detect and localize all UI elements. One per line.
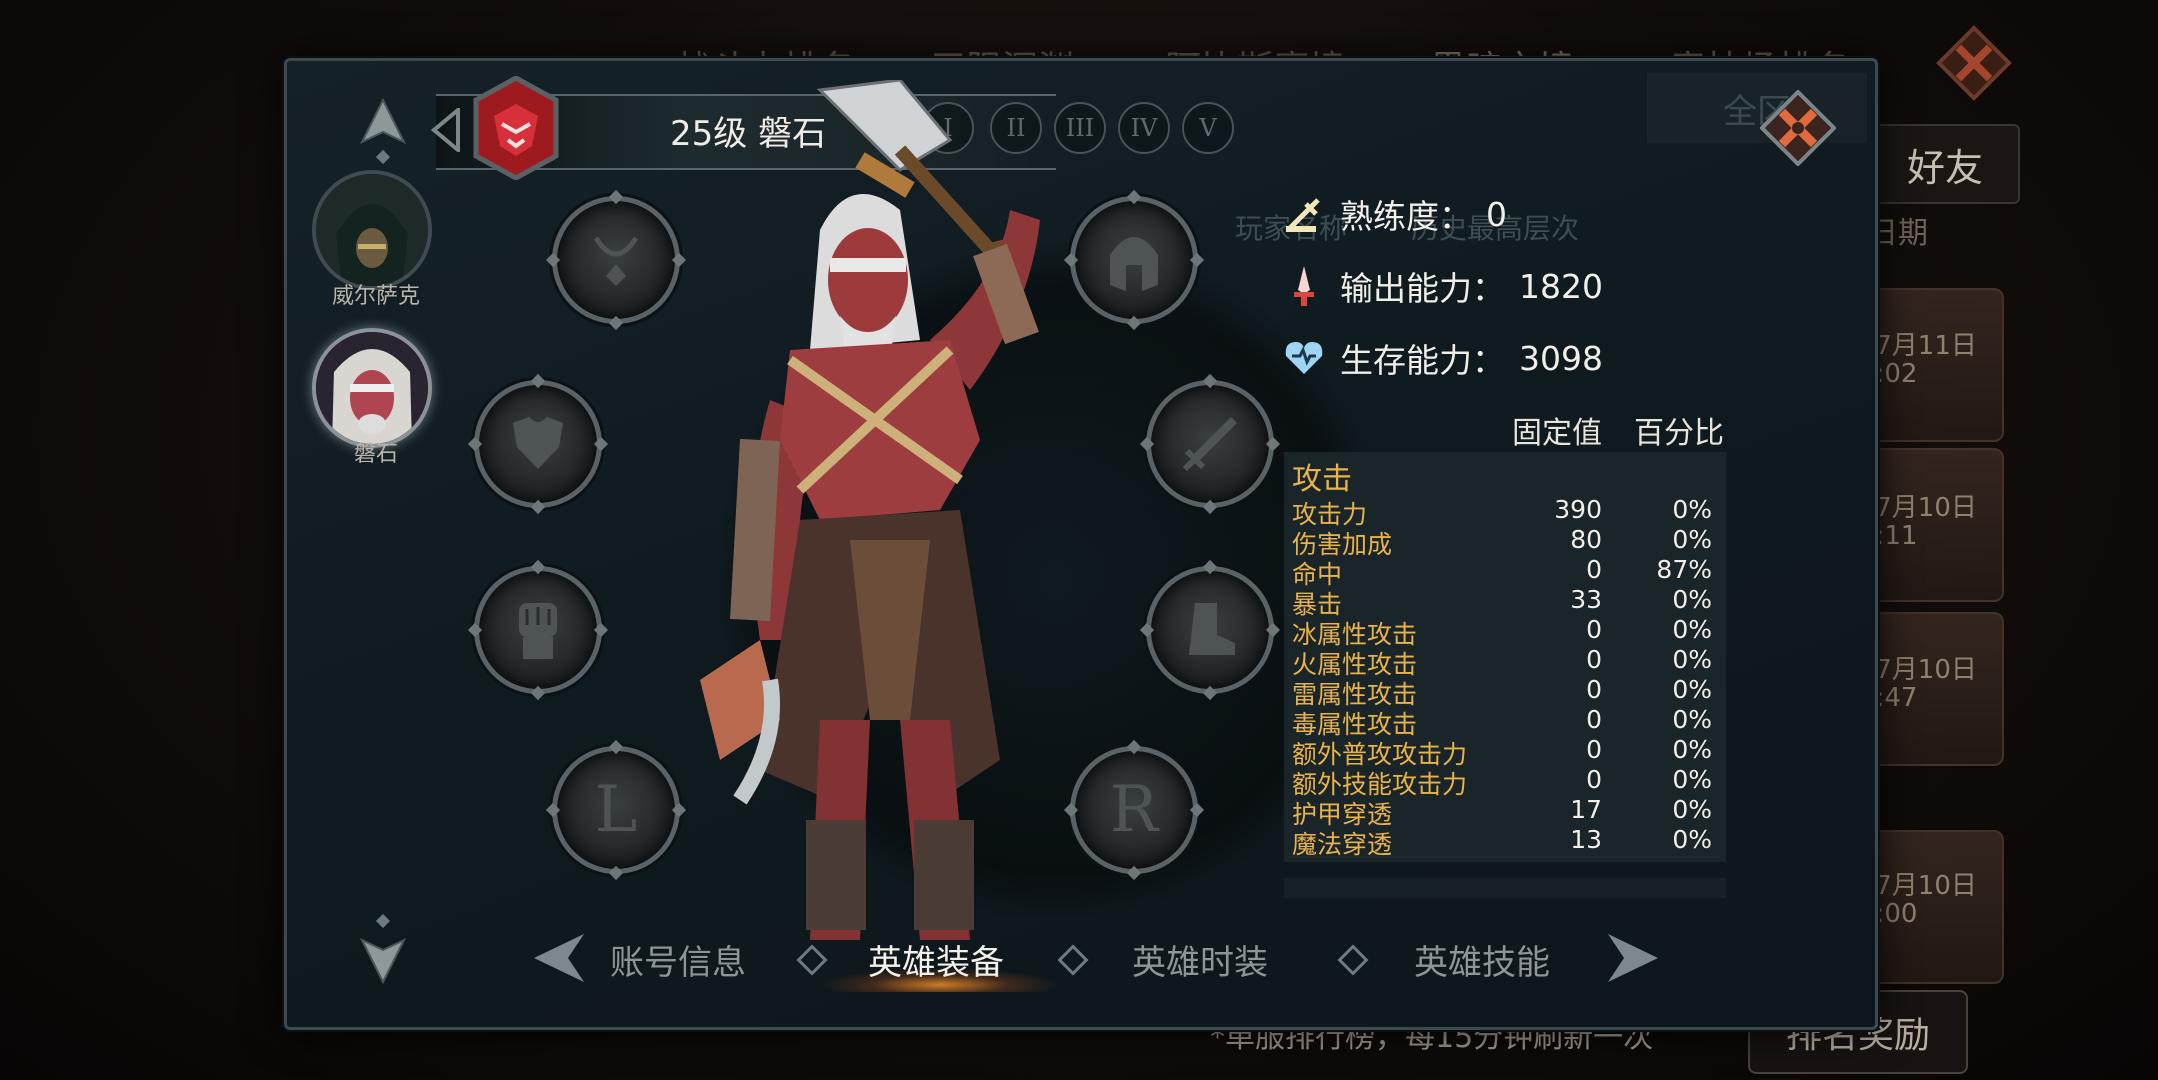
hero-name-wilsak: 威尔萨克 [331, 284, 420, 309]
stat-row: 护甲穿透 17 0% [1292, 795, 1712, 829]
stat-row: 冰属性攻击 0 0% [1292, 615, 1712, 649]
tab-hero-fashion[interactable]: 英雄时装 [1132, 935, 1268, 984]
equip-slot-gloves[interactable] [467, 559, 609, 701]
star-tier-5[interactable]: V [1182, 102, 1234, 154]
proficiency-icon [1286, 198, 1320, 232]
stat-row: 暴击 33 0% [1292, 585, 1712, 619]
survival-value: 3098 [1519, 338, 1603, 378]
equip-slot-necklace[interactable] [545, 189, 687, 331]
title-bar-left-chevron-icon [430, 108, 460, 152]
equip-slot-boots[interactable] [1139, 559, 1281, 701]
boots-icon [1189, 603, 1235, 655]
bg-close-icon [1936, 25, 2012, 101]
stat-output: 输出能力： 1820 [1282, 262, 1603, 310]
proficiency-label: 熟练度： [1340, 197, 1472, 236]
armor-icon [513, 417, 563, 469]
close-icon[interactable] [1760, 90, 1836, 166]
necklace-icon [593, 236, 639, 286]
defense-stats-table [1284, 878, 1726, 898]
stat-row: 命中 0 87% [1292, 555, 1712, 589]
hero-portrait-panshi[interactable] [312, 328, 432, 448]
hero-name-panshi: 磐石 [353, 442, 398, 467]
proficiency-value: 0 [1486, 194, 1507, 234]
gloves-icon [519, 603, 557, 659]
col-percent-header: 百分比 [1634, 416, 1724, 451]
survival-label: 生存能力： [1340, 341, 1505, 380]
stat-survival: 生存能力： 3098 [1282, 334, 1603, 382]
stat-row: 火属性攻击 0 0% [1292, 645, 1712, 679]
hero-class-badge-icon [473, 76, 559, 180]
hero-next-arrow-icon[interactable] [360, 928, 406, 984]
stat-row: 魔法穿透 13 0% [1292, 825, 1712, 859]
output-value: 1820 [1519, 266, 1603, 306]
tab-prev-arrow-icon[interactable] [530, 928, 590, 988]
stat-row: 额外技能攻击力 0 0% [1292, 765, 1712, 799]
slot-label-left: L [594, 773, 638, 847]
star-tier-4[interactable]: IV [1118, 102, 1170, 154]
stat-row: 毒属性攻击 0 0% [1292, 705, 1712, 739]
tab-account-info[interactable]: 账号信息 [610, 935, 746, 984]
equip-slot-ring-left[interactable]: L [545, 739, 687, 881]
tab-hero-skills[interactable]: 英雄技能 [1414, 935, 1550, 984]
hero-model [700, 80, 1040, 940]
dagger-icon [1294, 266, 1314, 306]
stat-row: 雷属性攻击 0 0% [1292, 675, 1712, 709]
tab-next-arrow-icon[interactable] [1602, 928, 1662, 988]
stat-proficiency: 熟练度： 0 [1282, 190, 1507, 238]
sword-icon [1182, 417, 1237, 472]
output-label: 输出能力： [1340, 269, 1505, 308]
hero-portrait-wilsak[interactable] [312, 170, 432, 290]
stat-row: 伤害加成 80 0% [1292, 525, 1712, 559]
friends-button[interactable]: 好友 [1870, 124, 2020, 204]
attack-section-title: 攻击 [1292, 462, 1352, 497]
heart-icon [1285, 342, 1323, 374]
equip-slot-armor[interactable] [467, 373, 609, 515]
col-fixed-header: 固定值 [1512, 416, 1602, 451]
equip-slot-weapon[interactable] [1139, 373, 1281, 515]
stat-row: 攻击力 390 0% [1292, 495, 1712, 529]
tab-hero-equipment[interactable]: 英雄装备 [868, 935, 1004, 984]
hero-prev-arrow-icon[interactable] [360, 98, 406, 154]
stat-row: 额外普攻攻击力 0 0% [1292, 735, 1712, 769]
